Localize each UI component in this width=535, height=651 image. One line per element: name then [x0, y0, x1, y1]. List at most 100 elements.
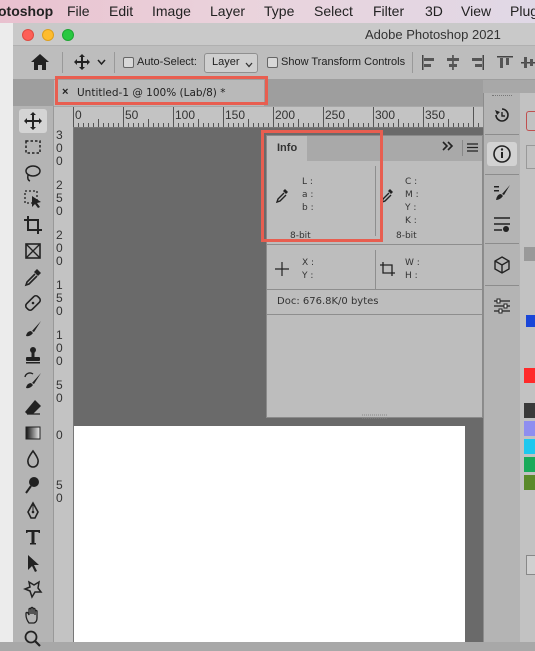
show-transform-checkbox[interactable] [267, 57, 278, 68]
menu-3d[interactable]: 3D [425, 3, 443, 19]
crosshair-icon [275, 262, 291, 279]
frame-tool-icon[interactable] [19, 239, 47, 263]
color-chip[interactable] [526, 315, 535, 327]
eraser-tool-icon[interactable] [19, 395, 47, 419]
window-title: Adobe Photoshop 2021 [365, 27, 501, 42]
separator [267, 244, 482, 245]
menu-file[interactable]: File [67, 3, 90, 19]
ruler-label: 100 [175, 108, 196, 122]
menu-filter[interactable]: Filter [373, 3, 404, 19]
home-icon[interactable] [30, 53, 50, 74]
menu-app-name[interactable]: otoshop [0, 3, 53, 19]
document-canvas[interactable] [74, 426, 465, 642]
ruler-label: 3 0 0 [56, 128, 63, 168]
chevron-down-icon[interactable] [97, 57, 106, 69]
swatch-red[interactable] [524, 368, 535, 383]
bit-depth-right: 8-bit [396, 231, 417, 241]
history-brush-tool-icon[interactable] [19, 369, 47, 393]
separator [375, 250, 376, 290]
minimize-window-button[interactable] [42, 29, 54, 41]
brush-settings-icon[interactable] [489, 181, 515, 205]
ruler-label: 0 [56, 428, 63, 442]
show-transform-label: Show Transform Controls [281, 56, 406, 68]
ruler-label: 350 [425, 108, 446, 122]
custom-shape-tool-icon[interactable] [19, 577, 47, 601]
highlight-document-tab [55, 76, 268, 105]
align-right-icon[interactable] [469, 55, 485, 73]
ruler-label: 50 [125, 108, 139, 122]
panel-icon-dock [483, 93, 521, 642]
info-panel-icon[interactable] [487, 142, 517, 166]
resize-grip-icon[interactable] [362, 411, 388, 422]
ruler-label: 200 [275, 108, 296, 122]
auto-select-dropdown[interactable]: Layer [204, 53, 258, 73]
swatch-preview[interactable] [526, 111, 535, 131]
separator [267, 314, 482, 315]
blur-tool-icon[interactable] [19, 447, 47, 471]
clone-stamp-tool-icon[interactable] [19, 343, 47, 367]
crop-tool-icon[interactable] [19, 213, 47, 237]
menu-image[interactable]: Image [152, 3, 191, 19]
panel-menu-icon[interactable] [467, 143, 478, 155]
eyedropper-tool-icon[interactable] [19, 265, 47, 289]
swatch-dark-gray[interactable] [524, 403, 535, 418]
wh-readout: W : H : [405, 258, 420, 281]
healing-brush-tool-icon[interactable] [19, 291, 47, 315]
path-selection-tool-icon[interactable] [19, 551, 47, 575]
pen-tool-icon[interactable] [19, 499, 47, 523]
object-selection-tool-icon[interactable] [19, 187, 47, 211]
separator [485, 243, 519, 244]
ruler-label: 2 0 0 [56, 228, 63, 268]
menu-edit[interactable]: Edit [109, 3, 133, 19]
hand-tool-icon[interactable] [19, 603, 47, 627]
swatch-green[interactable] [524, 457, 535, 472]
swatch-cyan[interactable] [524, 439, 535, 454]
move-tool-preset-icon[interactable] [73, 53, 91, 74]
separator [485, 134, 519, 135]
swatch-olive[interactable] [524, 475, 535, 490]
align-middle-icon[interactable] [521, 55, 535, 73]
type-tool-icon[interactable] [19, 525, 47, 549]
collapse-panel-icon[interactable] [442, 141, 454, 154]
auto-select-checkbox[interactable] [123, 57, 134, 68]
brush-tool-icon[interactable] [19, 317, 47, 341]
panel-input-fragment[interactable] [526, 555, 535, 575]
dock-grip[interactable] [492, 95, 512, 98]
clone-source-icon[interactable] [489, 212, 515, 236]
history-panel-icon[interactable] [489, 103, 515, 127]
ruler-label: 1 5 0 [56, 278, 63, 318]
menu-plugins[interactable]: Plug [510, 3, 535, 19]
ruler-label: 5 0 [56, 378, 63, 405]
3d-panel-icon[interactable] [489, 253, 515, 277]
vertical-ruler[interactable]: 3 0 0 2 5 0 2 0 0 1 5 0 1 0 0 5 0 0 5 0 [53, 127, 74, 642]
window-title-bar: Adobe Photoshop 2021 [13, 23, 535, 46]
ruler-label: 150 [225, 108, 246, 122]
panel-tab[interactable] [524, 247, 535, 261]
gradient-tool-icon[interactable] [19, 421, 47, 445]
lasso-tool-icon[interactable] [19, 161, 47, 185]
ruler-label: 250 [325, 108, 346, 122]
zoom-window-button[interactable] [62, 29, 74, 41]
align-top-icon[interactable] [497, 55, 513, 73]
selection-size-icon [380, 262, 396, 279]
ruler-label: 0 [75, 108, 82, 122]
align-left-icon[interactable] [421, 55, 437, 73]
swatch-lavender[interactable] [524, 421, 535, 436]
properties-panel-icon[interactable] [489, 294, 515, 318]
marquee-tool-icon[interactable] [19, 135, 47, 159]
dodge-tool-icon[interactable] [19, 473, 47, 497]
menu-layer[interactable]: Layer [210, 3, 245, 19]
align-center-icon[interactable] [445, 55, 461, 73]
zoom-tool-icon[interactable] [19, 627, 47, 651]
ruler-origin[interactable] [53, 107, 74, 128]
auto-select-value: Layer [212, 56, 240, 68]
close-window-button[interactable] [22, 29, 34, 41]
menu-select[interactable]: Select [314, 3, 353, 19]
horizontal-ruler[interactable]: 0 50 100 150 200 250 300 350 [73, 107, 483, 128]
separator [485, 285, 519, 286]
menu-type[interactable]: Type [264, 3, 294, 19]
separator [462, 140, 463, 156]
move-tool-icon[interactable] [19, 109, 47, 133]
menu-view[interactable]: View [461, 3, 491, 19]
cmyk-readout: C : M : Y : K : [405, 177, 419, 226]
